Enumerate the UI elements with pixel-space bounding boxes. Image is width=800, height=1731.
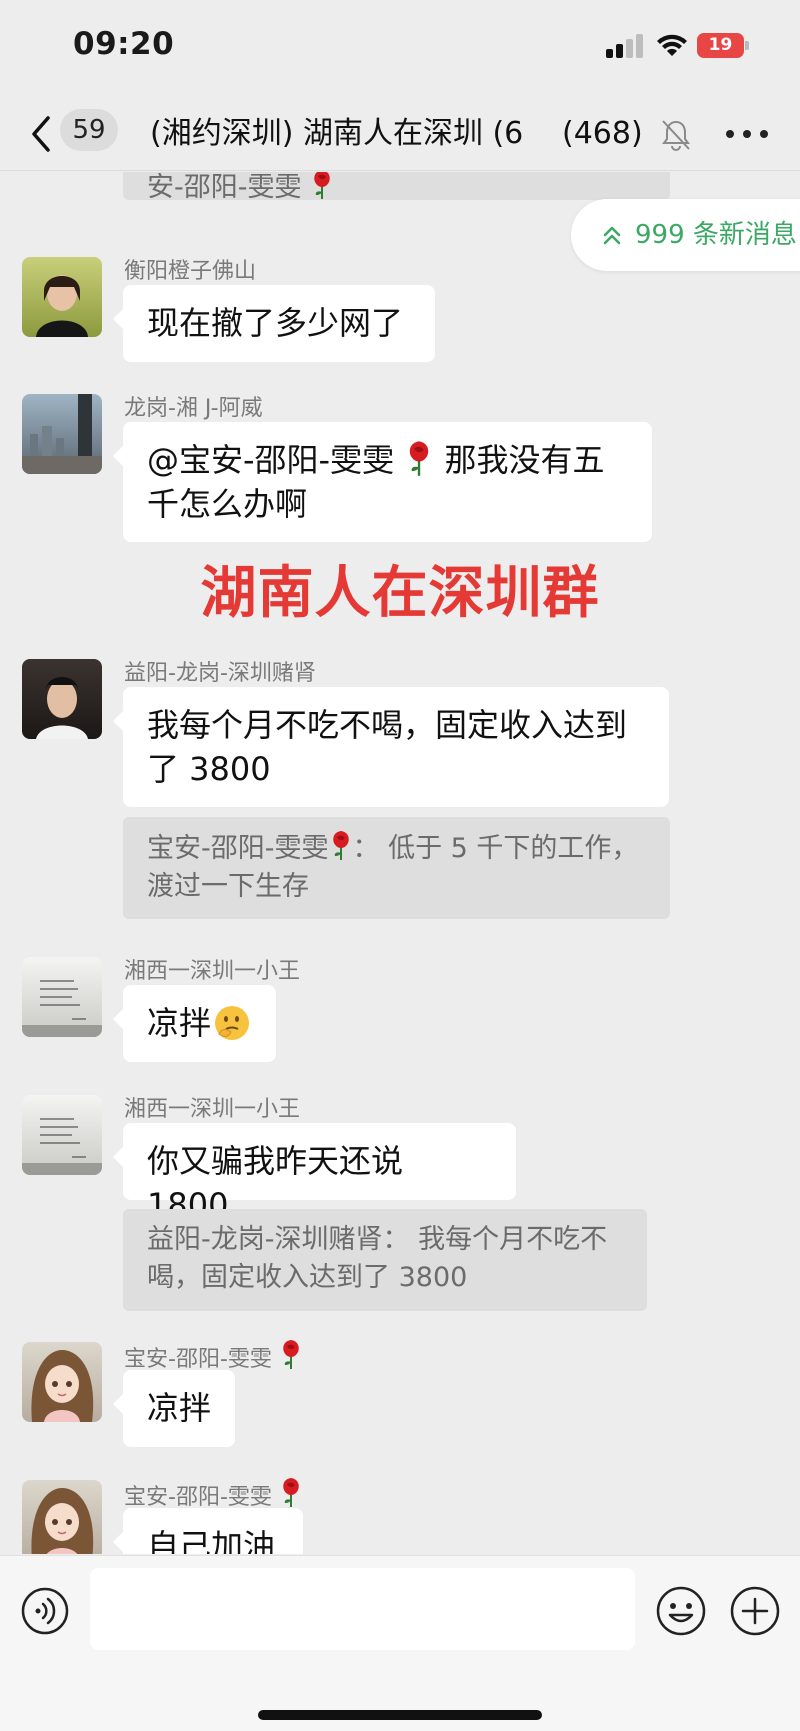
plus-icon[interactable] [729, 1585, 781, 1637]
input-bar [0, 1555, 800, 1731]
more-icon[interactable] [724, 117, 770, 149]
message-bubble[interactable]: 现在撤了多少网了 [113, 285, 435, 362]
rose-icon [313, 172, 331, 200]
unread-count-badge[interactable]: 59 [60, 109, 118, 151]
quoted-message: 宝安-邵阳-雯雯： 低于 5 千下的工作， 渡过一下生存 [123, 817, 670, 919]
double-chevron-up-icon [603, 226, 621, 245]
quoted-message: 安-邵阳-雯雯 [123, 172, 670, 203]
thinking-face-emoji-icon [215, 1006, 250, 1040]
wifi-icon [657, 34, 687, 56]
battery-icon: 19 [697, 33, 749, 58]
message-bubble[interactable]: 我每个月不吃不喝，固定收入达到 了 3800 [113, 687, 669, 807]
avatar[interactable] [22, 957, 102, 1037]
voice-icon[interactable] [20, 1586, 70, 1636]
message-bubble[interactable]: 你又骗我昨天还说 1800 [113, 1123, 516, 1224]
member-count: (468) [560, 113, 643, 155]
message-bubble[interactable]: @宝安-邵阳-雯雯 那我没有五 千怎么办啊 [113, 422, 652, 542]
status-time: 09:20 [73, 26, 175, 62]
sender-name: 湘西一深圳一小王 [124, 1097, 301, 1122]
message-bubble[interactable]: 凉拌 [113, 985, 276, 1062]
chat-header: 59 (湘约深圳) 湖南人在深圳 (6 (468) [0, 95, 800, 171]
rose-icon [408, 440, 430, 477]
message-input[interactable] [90, 1568, 635, 1650]
avatar[interactable] [22, 1480, 102, 1554]
avatar[interactable] [22, 257, 102, 337]
avatar[interactable] [22, 394, 102, 474]
emoji-icon[interactable] [655, 1585, 707, 1637]
message-list[interactable]: 安-邵阳-雯雯 衡阳橙子佛山 现在撤了多少网了 龙岗-湘 J-阿威 @宝安-邵阳… [0, 172, 800, 1554]
avatar[interactable] [22, 659, 102, 739]
home-indicator [258, 1710, 542, 1720]
rose-icon [282, 1339, 300, 1370]
status-bar: 09:20 19 [0, 0, 800, 95]
avatar[interactable] [22, 1342, 102, 1422]
message-bubble[interactable]: 自己加油 [113, 1508, 303, 1554]
sender-name: 益阳-龙岗-深圳赌肾 [124, 661, 316, 686]
battery-level: 19 [697, 33, 744, 58]
rose-icon [331, 830, 350, 861]
new-messages-button[interactable]: 999 条新消息 [571, 199, 800, 271]
quoted-message: 益阳-龙岗-深圳赌肾： 我每个月不吃不 喝，固定收入达到了 3800 [123, 1209, 647, 1311]
message-bubble[interactable]: 凉拌 [113, 1370, 235, 1447]
sender-name: 龙岗-湘 J-阿威 [124, 396, 263, 421]
overlay-caption: 湖南人在深圳群 [200, 561, 600, 626]
chevron-left-icon[interactable] [26, 114, 56, 154]
new-messages-label: 999 条新消息 [635, 220, 797, 250]
sender-name: 衡阳橙子佛山 [124, 259, 257, 284]
sender-name: 宝安-邵阳-雯雯 [124, 1338, 303, 1373]
bell-muted-icon [662, 120, 690, 151]
sender-name: 湘西一深圳一小王 [124, 959, 301, 984]
cellular-signal-icon [606, 34, 644, 58]
rose-icon [282, 1477, 300, 1508]
avatar[interactable] [22, 1095, 102, 1175]
sender-name: 宝安-邵阳-雯雯 [124, 1476, 303, 1511]
chat-title-text: (湘约深圳) 湖南人在深圳 (6 [150, 116, 524, 151]
